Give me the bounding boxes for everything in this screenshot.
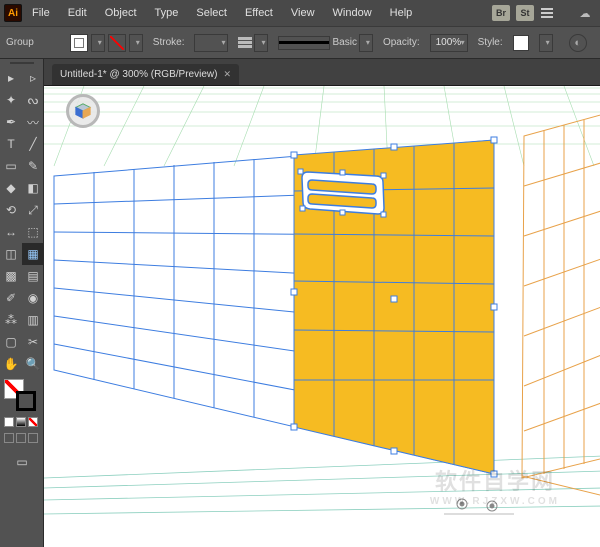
screen-mode-button[interactable]: ▭ <box>0 451 44 473</box>
fill-swatch[interactable] <box>70 34 88 52</box>
stroke-swatch[interactable] <box>108 34 126 52</box>
stroke-profile-icon[interactable] <box>238 34 252 52</box>
color-controls <box>0 375 43 415</box>
menu-edit[interactable]: Edit <box>60 2 95 24</box>
draw-inside[interactable] <box>28 433 38 443</box>
drawing-modes <box>0 415 43 429</box>
eraser-tool[interactable]: ◧ <box>22 177 44 199</box>
gradient-tool[interactable]: ▤ <box>22 265 44 287</box>
color-mode-solid[interactable] <box>4 417 14 427</box>
close-icon[interactable]: ✕ <box>223 69 231 80</box>
stroke-color[interactable] <box>16 391 36 411</box>
shape-builder-tool[interactable]: ◫ <box>0 243 22 265</box>
style-label: Style: <box>478 37 503 48</box>
artboard-tool[interactable]: ▢ <box>0 331 22 353</box>
line-tool[interactable]: ╱ <box>22 133 44 155</box>
opacity-label: Opacity: <box>383 37 420 48</box>
selection-tool[interactable]: ▸ <box>0 67 22 89</box>
perspective-plane-widget[interactable] <box>66 94 100 128</box>
brush-preview[interactable] <box>278 36 330 50</box>
canvas[interactable]: 软件自学网 WWW.RJZXW.COM <box>44 86 600 547</box>
curvature-tool[interactable]: 〰 <box>22 111 44 133</box>
type-tool[interactable]: T <box>0 133 22 155</box>
scale-tool[interactable]: ⤢ <box>22 199 44 221</box>
app-icon[interactable]: Ai <box>4 4 22 22</box>
lasso-tool[interactable]: ᔓ <box>22 89 44 111</box>
menu-help[interactable]: Help <box>382 2 421 24</box>
shaper-tool[interactable]: ◆ <box>0 177 22 199</box>
arrange-docs-icon[interactable] <box>540 8 554 18</box>
zoom-tool[interactable]: 🔍 <box>22 353 44 375</box>
magic-wand-tool[interactable]: ✦ <box>0 89 22 111</box>
paintbrush-tool[interactable]: ✎ <box>22 155 44 177</box>
brush-dropdown[interactable] <box>359 34 373 52</box>
control-bar: Group Stroke: Basic Opacity: 100% Style:… <box>0 26 600 59</box>
recolor-icon[interactable]: ◐ <box>569 34 587 52</box>
document-tab[interactable]: Untitled-1* @ 300% (RGB/Preview) ✕ <box>52 64 239 85</box>
document-tab-bar: Untitled-1* @ 300% (RGB/Preview) ✕ <box>0 59 600 86</box>
hand-tool[interactable]: ✋ <box>0 353 22 375</box>
menu-file[interactable]: File <box>24 2 58 24</box>
menu-object[interactable]: Object <box>97 2 145 24</box>
bridge-icon[interactable]: Br <box>492 5 510 21</box>
fill-dropdown[interactable] <box>91 34 105 52</box>
draw-behind[interactable] <box>16 433 26 443</box>
direct-selection-tool[interactable]: ▹ <box>22 67 44 89</box>
menu-select[interactable]: Select <box>188 2 235 24</box>
width-tool[interactable]: ↔ <box>0 221 22 243</box>
menu-bar: Ai File Edit Object Type Select Effect V… <box>0 0 600 26</box>
tool-panel: ▸ ▹ ✦ ᔓ ✒ 〰 T ╱ ▭ ✎ ◆ ◧ ⟲ ⤢ ↔ ⬚ ◫ ▦ ▩ ▤ … <box>0 59 44 547</box>
column-graph-tool[interactable]: ▥ <box>22 309 44 331</box>
brush-label: Basic <box>332 37 356 48</box>
stroke-profile-dropdown[interactable] <box>254 34 268 52</box>
stroke-color-dropdown[interactable] <box>129 34 143 52</box>
rotate-tool[interactable]: ⟲ <box>0 199 22 221</box>
panel-grip[interactable] <box>0 59 43 67</box>
selection-type-label: Group <box>6 37 34 48</box>
perspective-grid-tool[interactable]: ▦ <box>22 243 44 265</box>
pen-tool[interactable]: ✒ <box>0 111 22 133</box>
style-dropdown[interactable] <box>539 34 553 52</box>
opacity-dropdown[interactable]: 100% <box>430 34 468 52</box>
rectangle-tool[interactable]: ▭ <box>0 155 22 177</box>
eyedropper-tool[interactable]: ✐ <box>0 287 22 309</box>
menu-view[interactable]: View <box>283 2 323 24</box>
style-swatch[interactable] <box>513 35 529 51</box>
symbol-sprayer-tool[interactable]: ⁂ <box>0 309 22 331</box>
slice-tool[interactable]: ✂ <box>22 331 44 353</box>
sync-icon[interactable]: ☁ <box>576 5 594 21</box>
mesh-tool[interactable]: ▩ <box>0 265 22 287</box>
stroke-width-dropdown[interactable] <box>194 34 228 52</box>
stock-icon[interactable]: St <box>516 5 534 21</box>
color-mode-gradient[interactable] <box>16 417 26 427</box>
watermark: 软件自学网 WWW.RJZXW.COM <box>430 464 560 507</box>
color-mode-none[interactable] <box>28 417 38 427</box>
menu-window[interactable]: Window <box>325 2 380 24</box>
tab-title: Untitled-1* @ 300% (RGB/Preview) <box>60 69 217 80</box>
blend-tool[interactable]: ◉ <box>22 287 44 309</box>
menu-type[interactable]: Type <box>147 2 187 24</box>
free-transform-tool[interactable]: ⬚ <box>22 221 44 243</box>
draw-normal[interactable] <box>4 433 14 443</box>
stroke-label: Stroke: <box>153 37 185 48</box>
menu-effect[interactable]: Effect <box>237 2 281 24</box>
